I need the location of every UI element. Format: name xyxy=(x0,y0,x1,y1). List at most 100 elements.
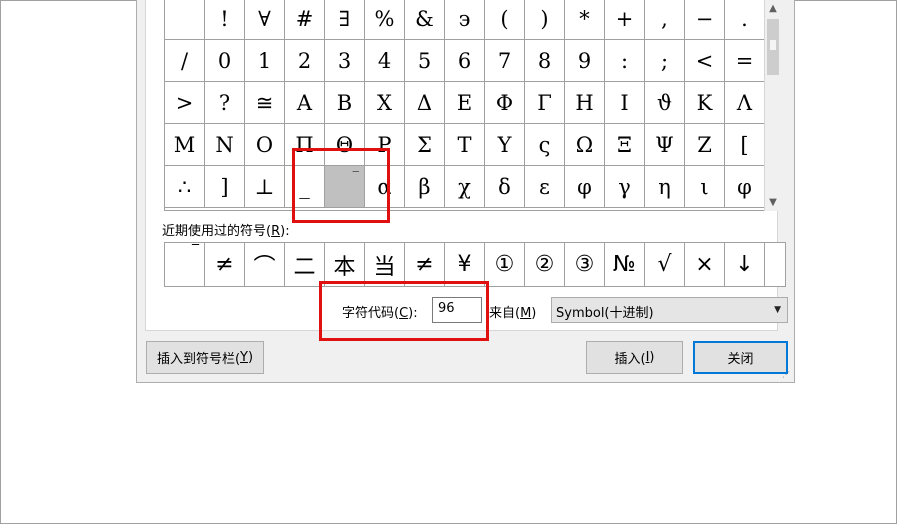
symbol-cell[interactable]: Η xyxy=(565,82,605,124)
recent-symbol-cell[interactable]: № xyxy=(605,243,645,286)
symbol-cell[interactable]: > xyxy=(165,82,205,124)
symbol-cell[interactable]: [ xyxy=(725,124,764,166)
symbol-cell[interactable]: Υ xyxy=(485,124,525,166)
symbol-cell[interactable]: Π xyxy=(285,124,325,166)
symbol-cell[interactable]: ) xyxy=(525,0,565,40)
symbol-cell[interactable]: ∀ xyxy=(245,0,285,40)
symbol-cell[interactable]: η xyxy=(645,166,685,208)
symbol-cell[interactable]: χ xyxy=(445,166,485,208)
symbol-cell[interactable]: φ xyxy=(565,166,605,208)
symbol-grid-scrollbar[interactable]: ▲ ▼ xyxy=(764,0,781,211)
symbol-cell[interactable]: ϑ xyxy=(645,82,685,124)
close-button[interactable]: 关闭 xyxy=(693,341,788,374)
recent-symbol-cell[interactable]: √ xyxy=(645,243,685,286)
symbol-cell[interactable]: : xyxy=(605,40,645,82)
from-select[interactable]: Symbol(十进制) ▼ xyxy=(551,297,788,323)
symbol-cell[interactable]: 2 xyxy=(285,40,325,82)
symbol-cell[interactable]: Κ xyxy=(685,82,725,124)
recent-symbol-cell[interactable]: ↓ xyxy=(725,243,765,286)
resize-grip-icon[interactable]: ⋰ xyxy=(782,370,792,380)
symbol-cell[interactable]: 3 xyxy=(325,40,365,82)
recent-symbol-cell[interactable]: ① xyxy=(485,243,525,286)
symbol-cell[interactable]: ι xyxy=(685,166,725,208)
symbol-cell[interactable]: Ψ xyxy=(645,124,685,166)
symbol-cell[interactable]: Μ xyxy=(165,124,205,166)
symbol-cell[interactable]: Γ xyxy=(525,82,565,124)
symbol-cell[interactable]: ] xyxy=(205,166,245,208)
symbol-cell[interactable]: ε xyxy=(525,166,565,208)
symbol-cell[interactable]: Ο xyxy=(245,124,285,166)
recent-symbol-cell[interactable]: ≠ xyxy=(205,243,245,286)
symbol-cell[interactable]: 1 xyxy=(245,40,285,82)
recent-symbol-cell[interactable]: ≠ xyxy=(405,243,445,286)
symbol-cell[interactable]: Χ xyxy=(365,82,405,124)
symbol-cell[interactable] xyxy=(165,0,205,40)
symbol-cell[interactable]: Ρ xyxy=(365,124,405,166)
symbol-cell[interactable]: β xyxy=(405,166,445,208)
symbol-cell[interactable]: 4 xyxy=(365,40,405,82)
symbol-cell[interactable]: < xyxy=(685,40,725,82)
symbol-cell[interactable]: ? xyxy=(205,82,245,124)
chevron-down-icon[interactable]: ▼ xyxy=(765,194,781,211)
recent-symbol-cell[interactable]: ‾ xyxy=(165,243,205,286)
symbol-cell[interactable]: ( xyxy=(485,0,525,40)
recent-symbol-cell[interactable]: 二 xyxy=(285,243,325,286)
recent-symbol-cell[interactable]: ③ xyxy=(565,243,605,286)
symbol-cell[interactable]: 9 xyxy=(565,40,605,82)
symbol-cell[interactable]: 7 xyxy=(485,40,525,82)
symbol-cell[interactable]: Ι xyxy=(605,82,645,124)
symbol-cell[interactable]: Λ xyxy=(725,82,764,124)
char-code-input[interactable]: 96 xyxy=(432,297,482,323)
symbol-cell[interactable]: ς xyxy=(525,124,565,166)
symbol-cell[interactable]: _ xyxy=(285,166,325,208)
symbol-cell[interactable]: * xyxy=(565,0,605,40)
symbol-cell[interactable]: α xyxy=(365,166,405,208)
recent-symbol-cell[interactable]: ¥ xyxy=(445,243,485,286)
symbol-cell[interactable]: & xyxy=(405,0,445,40)
symbol-cell[interactable]: Ε xyxy=(445,82,485,124)
symbol-cell[interactable]: ∃ xyxy=(325,0,365,40)
recent-symbol-cell[interactable]: ② xyxy=(525,243,565,286)
symbol-cell[interactable]: Β xyxy=(325,82,365,124)
symbol-cell[interactable]: Σ xyxy=(405,124,445,166)
symbol-cell[interactable]: 6 xyxy=(445,40,485,82)
symbol-cell[interactable]: ⊥ xyxy=(245,166,285,208)
symbol-cell[interactable]: Ω xyxy=(565,124,605,166)
symbol-cell[interactable]: 5 xyxy=(405,40,445,82)
recent-symbol-cell[interactable]: 本 xyxy=(325,243,365,286)
symbol-cell[interactable]: = xyxy=(725,40,764,82)
symbol-cell[interactable]: ϶ xyxy=(445,0,485,40)
insert-to-symbol-bar-button[interactable]: 插入到符号栏(Y) xyxy=(146,341,264,374)
symbol-cell[interactable]: ≅ xyxy=(245,82,285,124)
scrollbar-thumb[interactable] xyxy=(767,19,779,75)
symbol-cell[interactable]: , xyxy=(645,0,685,40)
symbol-cell[interactable]: Δ xyxy=(405,82,445,124)
recent-symbol-cell[interactable]: × xyxy=(685,243,725,286)
symbol-cell[interactable]: + xyxy=(605,0,645,40)
symbol-cell[interactable]: ∴ xyxy=(165,166,205,208)
symbol-cell[interactable]: . xyxy=(725,0,764,40)
symbol-cell[interactable]: % xyxy=(365,0,405,40)
symbol-cell[interactable]: Τ xyxy=(445,124,485,166)
symbol-cell-selected[interactable]: ‾ xyxy=(325,166,365,208)
symbol-cell[interactable]: 0 xyxy=(205,40,245,82)
symbol-cell[interactable]: γ xyxy=(605,166,645,208)
symbol-cell[interactable]: Ζ xyxy=(685,124,725,166)
recent-symbol-cell[interactable]: ⌒ xyxy=(245,243,285,286)
symbol-cell[interactable]: ; xyxy=(645,40,685,82)
symbol-cell[interactable]: − xyxy=(685,0,725,40)
symbol-cell[interactable]: Θ xyxy=(325,124,365,166)
symbol-cell[interactable]: ! xyxy=(205,0,245,40)
symbol-cell[interactable]: φ xyxy=(725,166,764,208)
chevron-up-icon[interactable]: ▲ xyxy=(765,0,781,17)
symbol-cell[interactable]: Ν xyxy=(205,124,245,166)
symbol-cell[interactable]: Φ xyxy=(485,82,525,124)
symbol-cell[interactable]: Ξ xyxy=(605,124,645,166)
symbol-cell[interactable]: Α xyxy=(285,82,325,124)
symbol-cell[interactable]: δ xyxy=(485,166,525,208)
symbol-cell[interactable]: 8 xyxy=(525,40,565,82)
symbol-cell[interactable]: # xyxy=(285,0,325,40)
symbol-cell[interactable]: / xyxy=(165,40,205,82)
insert-button[interactable]: 插入(I) xyxy=(586,341,683,374)
recent-symbol-cell[interactable]: 当 xyxy=(365,243,405,286)
